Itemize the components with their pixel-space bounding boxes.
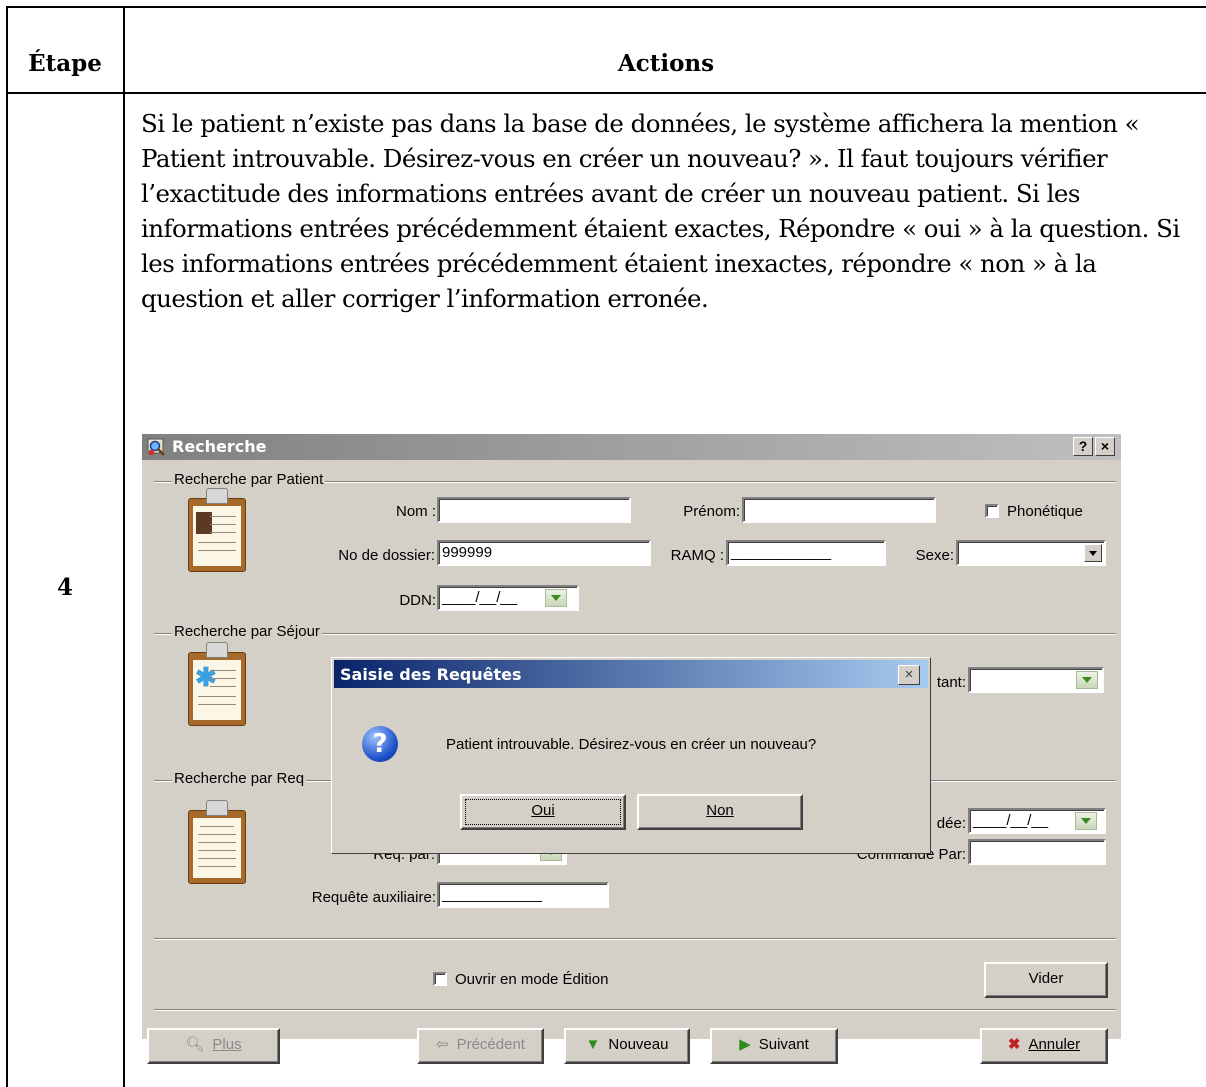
sexe-label: Sexe: <box>915 547 954 564</box>
table-border-top <box>6 6 1206 8</box>
plus-button-label: Plus <box>212 1036 242 1053</box>
window-titlebar: Recherche ? × <box>142 434 1121 460</box>
separator-line-2 <box>154 1009 1116 1011</box>
dialog-message: Patient introuvable. Désirez-vous en cré… <box>446 736 817 753</box>
instruction-text: Si le patient n’existe pas dans la base … <box>141 109 1180 313</box>
nouveau-button-label: Nouveau <box>608 1036 669 1053</box>
dialog-title: Saisie des Requêtes <box>340 665 522 684</box>
table-header-divider <box>6 92 1206 94</box>
table-column-divider <box>123 6 125 1087</box>
question-icon: ? <box>362 726 398 762</box>
ddn-value: ____/__/__ <box>442 589 518 606</box>
nom-input[interactable] <box>437 497 631 523</box>
nouveau-button[interactable]: ▼ Nouveau <box>564 1028 690 1064</box>
step-number: 4 <box>56 574 73 601</box>
annuler-button[interactable]: ✖ Annuler <box>980 1028 1108 1064</box>
phonetique-label: Phonétique <box>1007 503 1083 520</box>
sexe-select[interactable] <box>956 540 1106 566</box>
prenom-label: Prénom: <box>683 503 740 520</box>
requete-clipboard-icon <box>184 798 250 886</box>
edit-mode-checkbox[interactable] <box>433 972 447 986</box>
edit-mode-label: Ouvrir en mode Édition <box>455 971 609 988</box>
window-title: Recherche <box>172 437 267 456</box>
dialog-titlebar: Saisie des Requêtes × <box>334 660 928 688</box>
demandee-dropdown-button[interactable] <box>1075 812 1097 830</box>
dialog-close-button[interactable]: × <box>898 665 920 685</box>
ramq-input[interactable]: ____________ <box>726 540 886 566</box>
auxiliaire-label: Requête auxiliaire: <box>311 889 436 906</box>
arrow-down-icon: ▼ <box>585 1036 601 1054</box>
separator-line-1 <box>154 938 1116 940</box>
search-window-icon <box>147 438 165 456</box>
close-icon: ✖ <box>1007 1036 1021 1054</box>
sexe-dropdown-button[interactable] <box>1084 544 1102 562</box>
header-actions: Actions <box>617 50 715 77</box>
group-sejour-label: Recherche par Séjour <box>172 623 322 640</box>
plus-button[interactable]: 🔍︎ Plus <box>147 1028 280 1064</box>
arrow-left-icon: ⇦ <box>436 1036 449 1054</box>
window-close-button[interactable]: × <box>1095 437 1115 456</box>
confirm-dialog: Saisie des Requêtes × ? Patient introuva… <box>331 657 931 854</box>
help-button[interactable]: ? <box>1073 437 1093 456</box>
phonetique-checkbox[interactable] <box>985 504 999 518</box>
precedent-button-label: Précédent <box>456 1036 525 1053</box>
vider-button[interactable]: Vider <box>984 962 1108 998</box>
ramq-label: RAMQ : <box>670 547 724 564</box>
dossier-label: No de dossier: <box>338 547 435 564</box>
non-button[interactable]: Non <box>637 794 803 830</box>
oui-button-label: Oui <box>531 802 555 819</box>
commande-input[interactable] <box>968 839 1106 865</box>
annuler-button-label: Annuler <box>1028 1036 1081 1053</box>
suivant-button[interactable]: ▶ Suivant <box>710 1028 838 1064</box>
patient-clipboard-icon <box>184 486 250 574</box>
oui-button[interactable]: Oui <box>460 794 626 830</box>
non-button-label: Non <box>706 802 734 819</box>
nom-label: Nom : <box>395 503 436 520</box>
ddn-dropdown-button[interactable] <box>545 589 567 607</box>
prenom-input[interactable] <box>742 497 936 523</box>
precedent-button[interactable]: ⇦ Précédent <box>417 1028 544 1064</box>
traitant-dropdown-button[interactable] <box>1076 671 1098 689</box>
dossier-input[interactable]: 999999 <box>437 540 651 566</box>
search-icon: 🔍︎ <box>185 1036 205 1054</box>
group-requete-label: Recherche par Req <box>172 770 307 787</box>
ddn-label: DDN: <box>399 592 436 609</box>
demandee-value: ____/__/__ <box>973 812 1049 829</box>
arrow-right-icon: ▶ <box>739 1036 751 1054</box>
header-step: Étape <box>28 50 102 77</box>
auxiliaire-input[interactable]: ____________ <box>437 882 609 908</box>
chevron-down-icon <box>1089 551 1097 556</box>
table-border-left <box>6 6 8 1087</box>
suivant-button-label: Suivant <box>758 1036 809 1053</box>
sejour-clipboard-icon: ✱ <box>184 640 250 728</box>
